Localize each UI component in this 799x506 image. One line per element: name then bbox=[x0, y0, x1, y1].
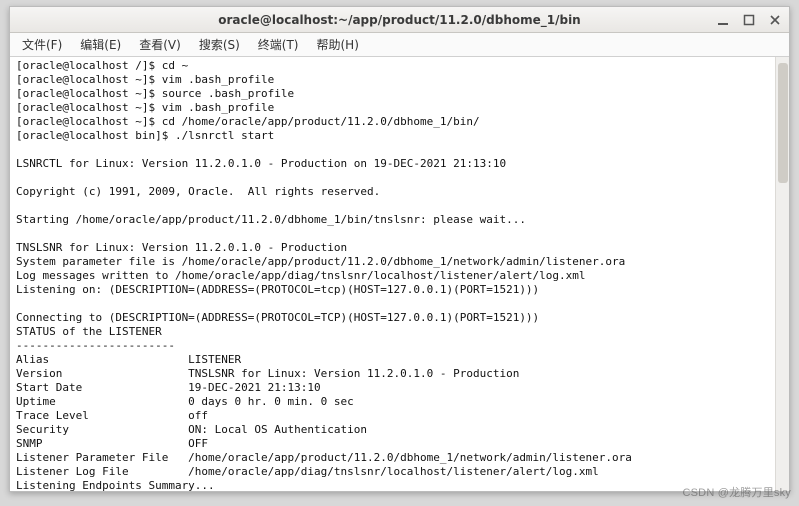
menu-terminal[interactable]: 终端(T) bbox=[252, 34, 305, 55]
minimize-icon bbox=[717, 14, 729, 26]
menu-view[interactable]: 查看(V) bbox=[133, 34, 187, 55]
maximize-icon bbox=[743, 14, 755, 26]
minimize-button[interactable] bbox=[715, 12, 731, 28]
scrollbar-vertical[interactable] bbox=[775, 57, 789, 491]
terminal-output[interactable]: [oracle@localhost /]$ cd ~ [oracle@local… bbox=[10, 57, 789, 491]
menu-edit[interactable]: 编辑(E) bbox=[74, 34, 127, 55]
scrollbar-thumb[interactable] bbox=[778, 63, 788, 183]
window-controls bbox=[715, 7, 783, 32]
close-button[interactable] bbox=[767, 12, 783, 28]
window-titlebar: oracle@localhost:~/app/product/11.2.0/db… bbox=[10, 7, 789, 33]
menu-file[interactable]: 文件(F) bbox=[16, 34, 68, 55]
terminal-area: [oracle@localhost /]$ cd ~ [oracle@local… bbox=[10, 57, 789, 491]
maximize-button[interactable] bbox=[741, 12, 757, 28]
menu-help[interactable]: 帮助(H) bbox=[311, 34, 365, 55]
menu-search[interactable]: 搜索(S) bbox=[193, 34, 246, 55]
terminal-window: oracle@localhost:~/app/product/11.2.0/db… bbox=[9, 6, 790, 492]
close-icon bbox=[769, 14, 781, 26]
window-title: oracle@localhost:~/app/product/11.2.0/db… bbox=[218, 13, 580, 27]
menubar: 文件(F) 编辑(E) 查看(V) 搜索(S) 终端(T) 帮助(H) bbox=[10, 33, 789, 57]
watermark-text: CSDN @龙腾万里sky bbox=[683, 484, 792, 500]
